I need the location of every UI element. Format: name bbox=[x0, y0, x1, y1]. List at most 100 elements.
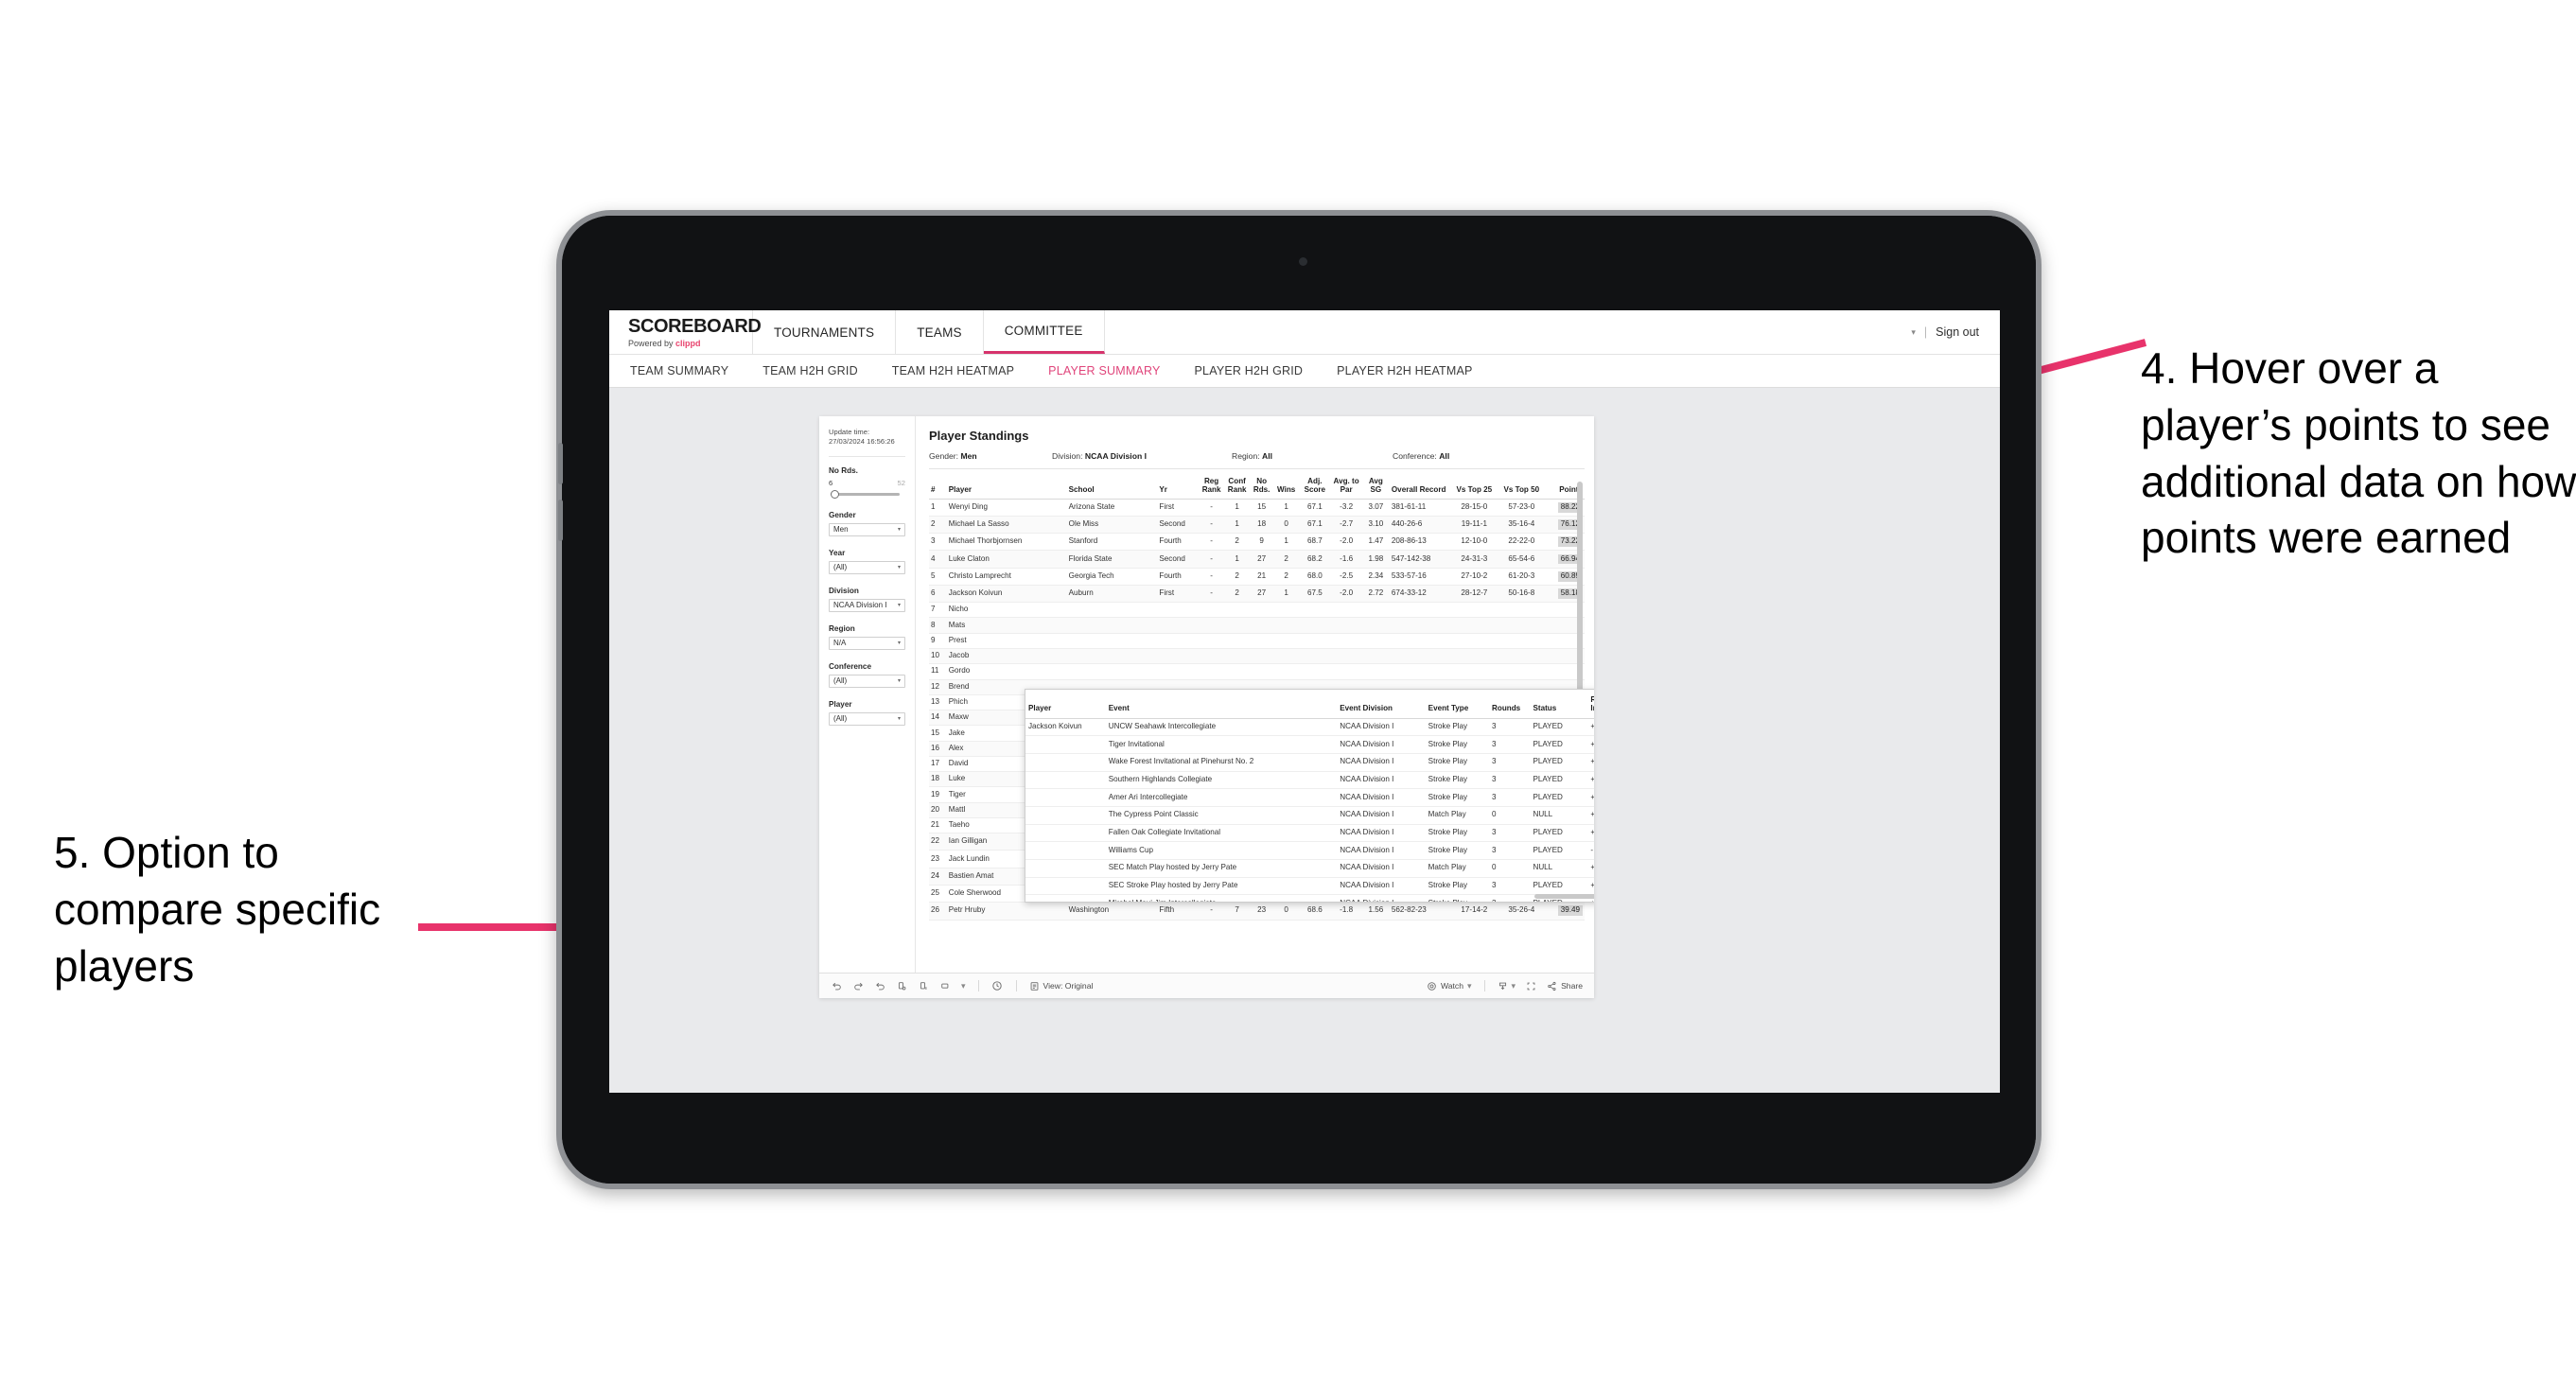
conference-select-value: (All) bbox=[833, 676, 848, 685]
region-select[interactable]: N/A ▾ bbox=[829, 636, 905, 650]
subnav-item-player-h2h-grid[interactable]: PLAYER H2H GRID bbox=[1195, 364, 1304, 377]
toolbar-divider-3 bbox=[1483, 980, 1485, 991]
topnav-item-tournaments[interactable]: TOURNAMENTS bbox=[753, 310, 897, 354]
table-row[interactable]: 5 Christo Lamprecht Georgia Tech Fourth -2 21… bbox=[929, 568, 1585, 586]
meta-gender-value: Men bbox=[960, 451, 977, 461]
tooltip-cell-event-division: NCAA Division I bbox=[1337, 718, 1426, 737]
cell-rds bbox=[1250, 617, 1274, 634]
standings-col-no-rds[interactable]: No Rds. bbox=[1250, 474, 1274, 500]
update-time-value: 27/03/2024 16:56:26 bbox=[829, 437, 895, 447]
cell-wins bbox=[1273, 602, 1300, 619]
year-select[interactable]: (All) ▾ bbox=[829, 560, 905, 574]
chevron-down-icon[interactable]: ▾ bbox=[961, 981, 966, 991]
download-button[interactable]: ▾ bbox=[1498, 981, 1516, 991]
redo-icon[interactable] bbox=[852, 980, 865, 992]
cell-yr bbox=[1157, 602, 1200, 619]
share-button[interactable]: Share bbox=[1547, 981, 1583, 991]
tooltip-scrollbar[interactable] bbox=[1534, 894, 1594, 899]
watch-button[interactable]: Watch ▾ bbox=[1427, 981, 1472, 991]
standings-col-conf-rank[interactable]: Conf Rank bbox=[1224, 474, 1251, 500]
table-row[interactable]: 2 Michael La Sasso Ole Miss Second -1 18 0 67.1… bbox=[929, 516, 1585, 535]
cell-t50: 65-54-6 bbox=[1498, 550, 1546, 569]
chevron-down-icon: ▾ bbox=[897, 527, 901, 533]
standings-col-reg-rank[interactable]: Reg Rank bbox=[1199, 474, 1225, 500]
table-scrollbar[interactable] bbox=[1577, 482, 1583, 699]
cell-school bbox=[1066, 602, 1158, 619]
pause-auto-update-icon[interactable] bbox=[991, 980, 1004, 992]
tooltip-cell-rank-impact: + 1 bbox=[1587, 824, 1594, 843]
tooltip-row: Jackson Koivun UNCW Seahawk Intercollegia… bbox=[1025, 718, 1594, 737]
no-rds-slider[interactable] bbox=[829, 489, 905, 499]
cell-yr bbox=[1157, 617, 1200, 634]
table-row[interactable]: 7 Nicho bbox=[929, 602, 1585, 619]
standings-col-school[interactable]: School bbox=[1066, 474, 1158, 500]
refresh-icon[interactable] bbox=[896, 980, 908, 992]
cell-reg: - bbox=[1199, 550, 1225, 569]
cell-reg: - bbox=[1199, 902, 1225, 921]
standings-header-row: # Player School Yr Reg Rank Conf Rank No Rds. W… bbox=[929, 474, 1585, 500]
subnav-item-team-summary[interactable]: TEAM SUMMARY bbox=[630, 364, 728, 377]
cell-player: Wenyi Ding bbox=[946, 499, 1067, 517]
slider-handle[interactable] bbox=[831, 489, 839, 499]
cell-n: 19 bbox=[929, 786, 947, 803]
cell-conf: 2 bbox=[1224, 533, 1251, 552]
standings-col-player[interactable]: Player bbox=[946, 474, 1067, 500]
gender-select[interactable]: Men ▾ bbox=[829, 522, 905, 536]
tooltip-cell-event-type: Stroke Play bbox=[1425, 894, 1490, 902]
table-row[interactable]: 10 Jacob bbox=[929, 648, 1585, 665]
topnav-item-committee[interactable]: COMMITTEE bbox=[983, 310, 1105, 354]
brand-title: SCOREBOARD bbox=[628, 316, 762, 337]
cell-t50: 57-23-0 bbox=[1498, 499, 1546, 517]
tooltip-cell-player bbox=[1025, 753, 1106, 772]
pause-icon[interactable] bbox=[918, 980, 930, 992]
chevron-down-icon[interactable]: ▾ bbox=[1911, 327, 1916, 338]
cell-reg bbox=[1199, 602, 1225, 619]
tooltip-cell-event-type: Stroke Play bbox=[1425, 824, 1490, 843]
topnav-item-teams[interactable]: TEAMS bbox=[896, 310, 984, 354]
standings-col-avg-sg[interactable]: Avg SG bbox=[1361, 474, 1390, 500]
standings-col-overall-record[interactable]: Overall Record bbox=[1389, 474, 1451, 500]
revert-icon[interactable] bbox=[874, 980, 886, 992]
standings-col-avg-to-par[interactable]: Avg. to Par bbox=[1330, 474, 1362, 500]
cell-reg bbox=[1199, 663, 1225, 680]
cell-player: Michael Thorbjornsen bbox=[946, 533, 1067, 552]
cell-rec bbox=[1389, 617, 1451, 634]
table-row[interactable]: 4 Luke Claton Florida State Second -1 27 2 68.2… bbox=[929, 550, 1585, 569]
subnav-item-player-summary[interactable]: PLAYER SUMMARY bbox=[1048, 364, 1160, 377]
player-select[interactable]: (All) ▾ bbox=[829, 711, 905, 726]
points-chip[interactable]: 39.49 bbox=[1557, 905, 1583, 917]
presentation-icon[interactable] bbox=[939, 980, 952, 992]
standings-col-vs-top-25[interactable]: Vs Top 25 bbox=[1450, 474, 1498, 500]
standings-col-yr[interactable]: Yr bbox=[1157, 474, 1200, 500]
cell-t25 bbox=[1450, 663, 1498, 680]
standings-col-vs-top-50[interactable]: Vs Top 50 bbox=[1498, 474, 1546, 500]
cell-wins: 2 bbox=[1273, 568, 1300, 586]
table-row[interactable]: 3 Michael Thorbjornsen Stanford Fourth -2 9 1 6… bbox=[929, 533, 1585, 552]
volume-up-button[interactable] bbox=[558, 443, 563, 484]
table-row[interactable]: 6 Jackson Koivun Auburn First -2 27 1 67.5 -2.0 2… bbox=[929, 585, 1585, 604]
conference-select[interactable]: (All) ▾ bbox=[829, 674, 905, 688]
filter-divider bbox=[829, 455, 905, 457]
division-select[interactable]: NCAA Division I ▾ bbox=[829, 598, 905, 612]
table-row[interactable]: 1 Wenyi Ding Arizona State First -1 15 1 67.1 -3… bbox=[929, 499, 1585, 517]
subnav-item-team-h2h-grid[interactable]: TEAM H2H GRID bbox=[762, 364, 858, 377]
table-row[interactable]: 11 Gordo bbox=[929, 663, 1585, 680]
cell-n: 8 bbox=[929, 617, 947, 634]
toolbar-divider-2 bbox=[1015, 980, 1017, 991]
table-row[interactable]: 8 Mats bbox=[929, 617, 1585, 634]
standings-col-[interactable]: # bbox=[929, 474, 947, 500]
tooltip-row: Tiger Invitational NCAA Division I Stroke … bbox=[1025, 735, 1594, 754]
standings-col-wins[interactable]: Wins bbox=[1273, 474, 1300, 500]
undo-icon[interactable] bbox=[831, 980, 843, 992]
view-original-button[interactable]: View: Original bbox=[1029, 981, 1093, 991]
subnav-item-team-h2h-heatmap[interactable]: TEAM H2H HEATMAP bbox=[892, 364, 1014, 377]
header-divider: | bbox=[1923, 325, 1928, 339]
volume-down-button[interactable] bbox=[558, 500, 563, 541]
standings-col-adj-score[interactable]: Adj. Score bbox=[1299, 474, 1331, 500]
sign-out-link[interactable]: Sign out bbox=[1936, 325, 1979, 339]
subnav-item-player-h2h-heatmap[interactable]: PLAYER H2H HEATMAP bbox=[1337, 364, 1472, 377]
table-row[interactable]: 26 Petr Hruby Washington Fifth -7 23 0 68.6 -1.8… bbox=[929, 902, 1585, 921]
fullscreen-icon[interactable] bbox=[1525, 980, 1537, 992]
brand-logo[interactable]: SCOREBOARD Powered by clippd bbox=[609, 310, 762, 354]
table-row[interactable]: 9 Prest bbox=[929, 633, 1585, 649]
